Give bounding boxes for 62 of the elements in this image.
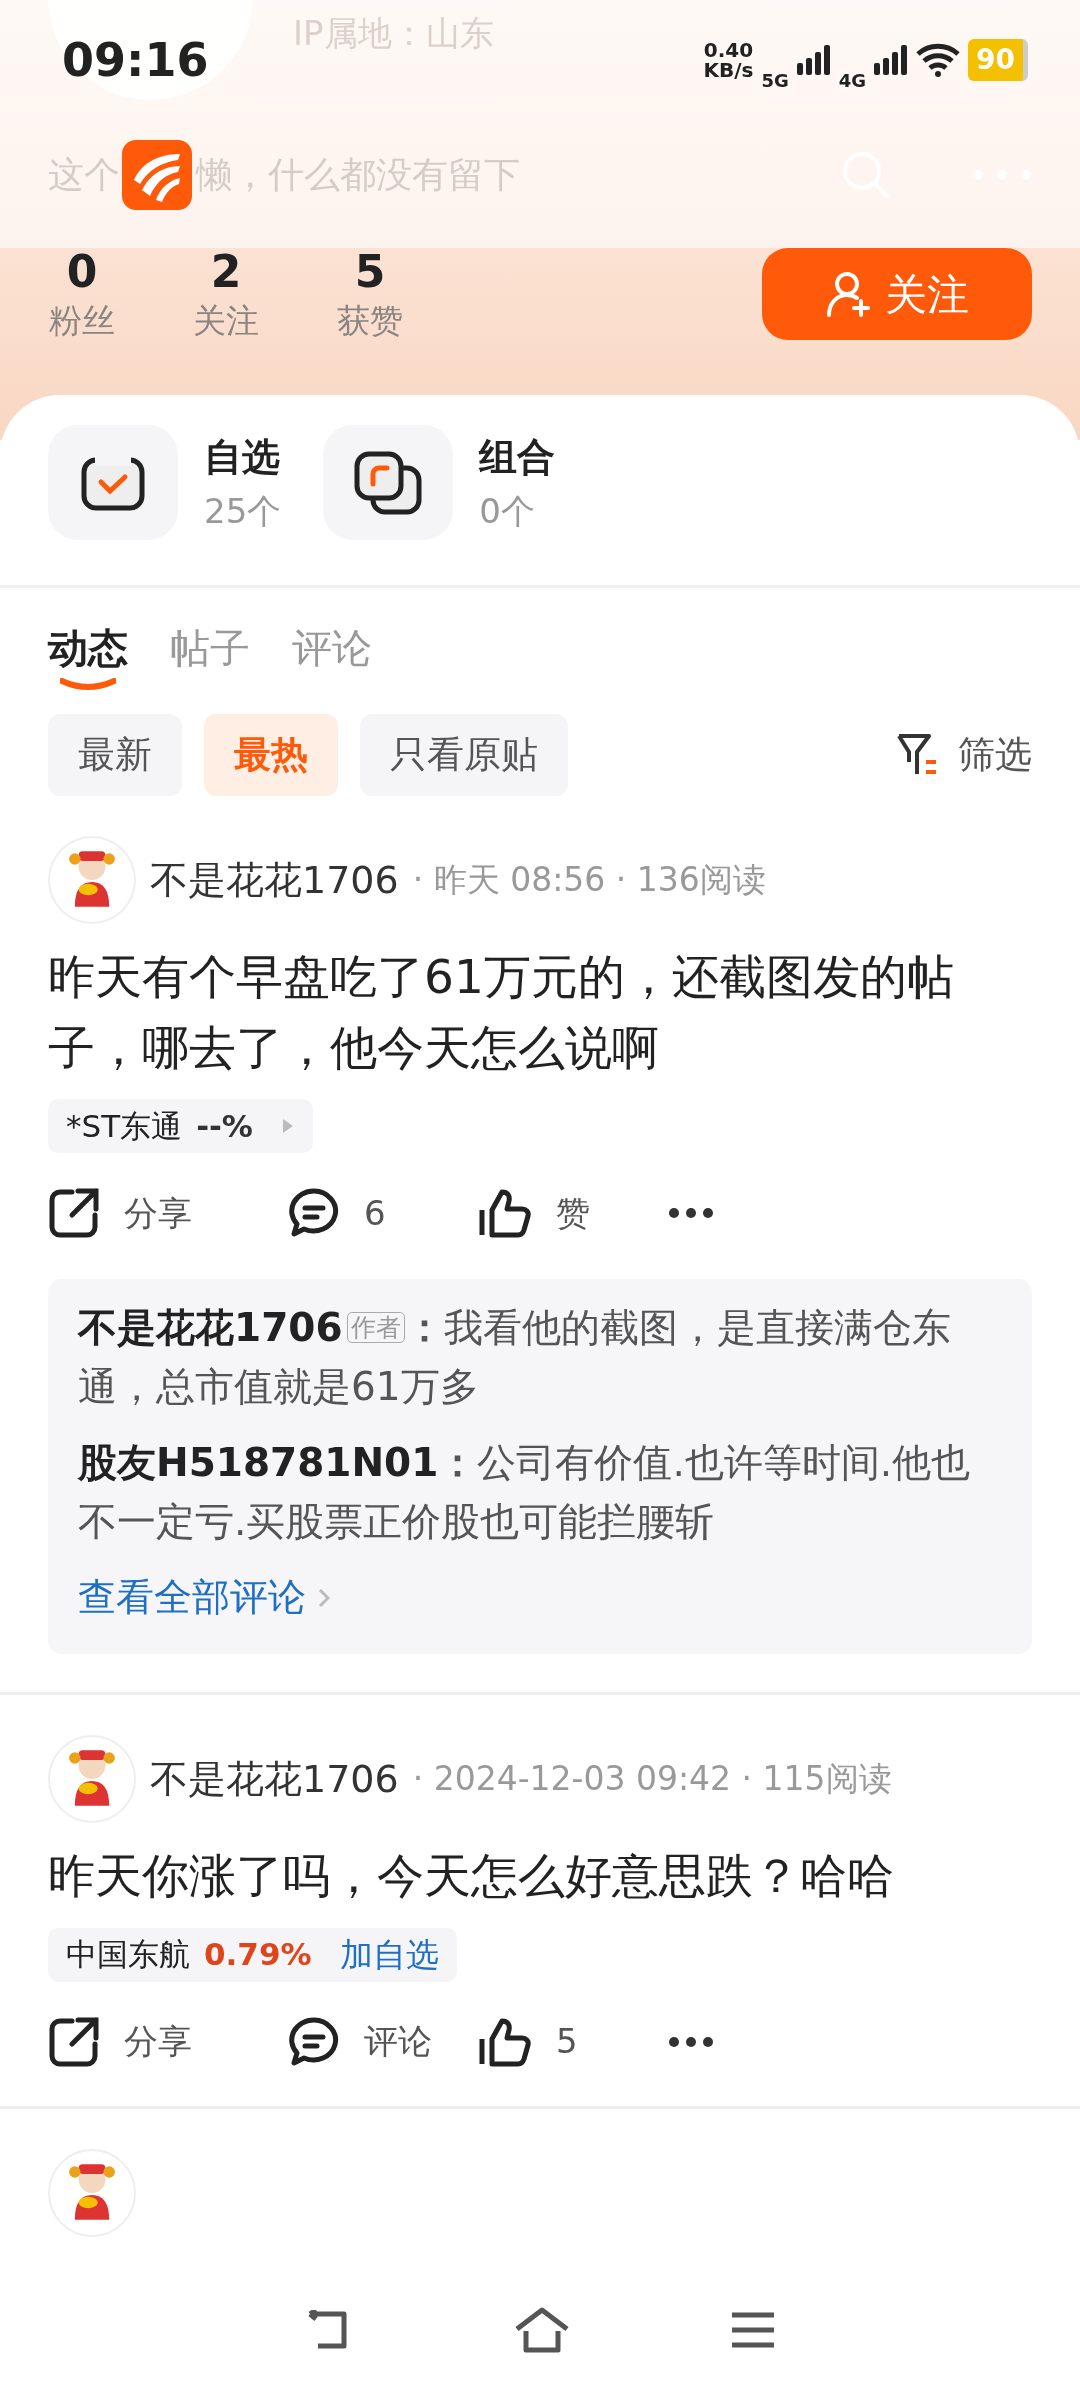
stat-label: 关注 [192, 300, 260, 343]
app-logo-icon [122, 140, 192, 210]
comment-button[interactable]: 评论 [288, 2016, 478, 2067]
shortcut-tile[interactable] [323, 425, 454, 540]
more-icon[interactable] [668, 2035, 714, 2048]
clock: 09:16 [62, 31, 209, 89]
stat-label: 获赞 [336, 300, 404, 343]
tab[interactable]: 动态 [48, 618, 128, 678]
share-icon [48, 1187, 100, 1239]
home-icon[interactable] [514, 2307, 570, 2353]
post-meta: · 2024-12-03 09:42 · 115阅读 [412, 1758, 892, 1801]
stock-change: --% [196, 1106, 253, 1146]
comment-button[interactable]: 6 [288, 1187, 478, 1239]
add-watchlist-link[interactable]: 加自选 [339, 1929, 439, 1980]
stat-count: 2 [209, 248, 243, 297]
triangle-icon [280, 1118, 295, 1134]
stock-change: 0.79% [204, 1935, 312, 1975]
signal-icon [874, 45, 909, 75]
stat-label: 粉丝 [48, 300, 116, 343]
stock-tag[interactable]: 中国东航 0.79% 加自选 [48, 1927, 457, 1982]
more-icon[interactable] [668, 1207, 714, 1219]
like-button[interactable]: 赞 [478, 1187, 668, 1239]
stock-tag[interactable]: *ST东通 --% [48, 1099, 313, 1153]
menu-icon[interactable] [730, 2311, 776, 2349]
tab-indicator [60, 678, 116, 692]
shortcut-count: 25个 [204, 489, 282, 533]
signal-label: 5G [761, 68, 789, 93]
author-name[interactable]: 不是花花1706 [150, 1750, 399, 1808]
battery-level: 90 [968, 39, 1028, 81]
share-button[interactable]: 分享 [48, 1187, 288, 1239]
thumbs-up-icon [478, 2016, 532, 2067]
filter-chip[interactable]: 最新 [48, 714, 182, 796]
comment: 不是花花1706 $^{作者}$：我看他的截图，是直接满仓东通，总市值就是61万多 [78, 1304, 952, 1411]
signal-icon [796, 45, 831, 75]
network-speed: 0.40 [703, 40, 754, 60]
speech-bubble-icon [288, 2016, 340, 2067]
network-speed-unit: KB/s [703, 60, 754, 80]
shortcut-count: 0个 [479, 489, 536, 533]
shortcut-title: 自选 [204, 433, 281, 481]
shortcut-title: 组合 [479, 433, 556, 481]
stock-name: 中国东航 [66, 1935, 190, 1975]
share-button[interactable]: 分享 [48, 2015, 288, 2068]
signal-label: 4G [838, 68, 867, 93]
stock-name: *ST东通 [66, 1106, 183, 1146]
share-icon [48, 2015, 100, 2068]
speech-bubble-icon [288, 1188, 340, 1238]
shortcut-tile[interactable] [48, 425, 178, 540]
stat-count: 5 [353, 248, 387, 297]
like-button[interactable]: 5 [478, 2016, 668, 2067]
post-text: 昨天有个早盘吃了61万元的，还截图发的帖子，哪去了，他今天怎么说啊 [48, 948, 955, 1077]
chevron-icon [318, 1587, 330, 1608]
filter-button[interactable]: 筛选 [896, 727, 1032, 783]
author-name[interactable]: 不是花花1706 [150, 851, 399, 909]
stat-count: 0 [65, 248, 99, 297]
thumbs-up-icon [478, 1188, 532, 1238]
view-all-comments-link[interactable]: 查看全部评论 [78, 1569, 330, 1626]
post-meta: · 昨天 08:56 · 136阅读 [412, 859, 766, 902]
filter-chip[interactable]: 只看原贴 [360, 714, 568, 796]
post-text: 昨天你涨了吗，今天怎么好意思跌？哈哈 [48, 1847, 895, 1905]
overlapping-squares-icon [353, 449, 424, 516]
comment: 股友H518781N01：公司有价值.也许等时间.他也不一定亏.买股票正价股也可能拦腰斩 [78, 1439, 972, 1546]
wifi-icon [916, 43, 961, 77]
